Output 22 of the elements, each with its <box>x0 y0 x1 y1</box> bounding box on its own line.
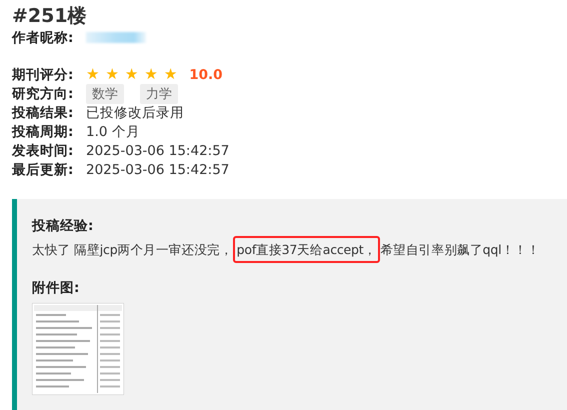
subject-tag: 数学 <box>86 84 124 104</box>
experience-text: 希望自引率别飙了qql！！！ <box>380 242 540 257</box>
section-title: 投稿经验: <box>32 217 94 235</box>
field-value: 已投修改后录用 <box>86 104 184 122</box>
field-value: 1.0 个月 <box>86 122 140 140</box>
field-label: 研究方向: <box>12 84 74 102</box>
field-value: 2025-03-06 15:42:57 <box>86 142 230 158</box>
field-label: 投稿周期: <box>12 122 74 140</box>
star-rating: ★ ★ ★ ★ ★ <box>86 67 178 82</box>
field-label: 投稿结果: <box>12 104 74 122</box>
section-title: 附件图: <box>32 279 80 297</box>
subject-tag: 力学 <box>140 84 178 104</box>
blurred-name <box>86 32 146 43</box>
field-value: 2025-03-06 15:42:57 <box>86 162 230 178</box>
experience-text: 太快了 隔壁jcp两个月一审还没完， <box>32 242 233 257</box>
field-label: 期刊评分: <box>12 66 74 84</box>
field-label: 发表时间: <box>12 142 74 160</box>
rating-score: 10.0 <box>189 66 223 82</box>
floor-title: #251楼 <box>12 4 88 28</box>
highlighted-text: pof直接37天给accept， <box>232 236 380 263</box>
field-label: 作者昵称: <box>12 28 74 46</box>
field-label: 最后更新: <box>12 160 74 178</box>
